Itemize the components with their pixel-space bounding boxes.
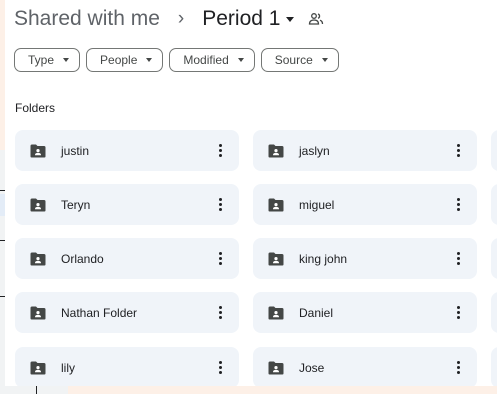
- filter-people[interactable]: People: [86, 48, 164, 72]
- filter-source[interactable]: Source: [260, 48, 339, 72]
- people-icon[interactable]: [308, 12, 324, 26]
- folder-name: justin: [61, 143, 90, 158]
- folder-card[interactable]: Jose: [253, 347, 477, 386]
- more-vert-icon[interactable]: [218, 198, 222, 211]
- more-vert-icon[interactable]: [218, 144, 222, 157]
- folder-card-offscreen[interactable]: [491, 130, 497, 171]
- folder-card[interactable]: lily: [15, 347, 239, 386]
- more-vert-icon[interactable]: [456, 252, 460, 265]
- drive-panel: Shared with me › Period 1 Type People Mo…: [5, 0, 497, 386]
- folder-card[interactable]: jaslyn: [253, 130, 477, 171]
- filter-label: People: [100, 53, 138, 67]
- folder-card[interactable]: Teryn: [15, 184, 239, 225]
- folder-card[interactable]: Orlando: [15, 238, 239, 279]
- shared-folder-icon: [30, 144, 46, 158]
- shared-folder-icon: [268, 361, 284, 375]
- filter-modified[interactable]: Modified: [169, 48, 255, 72]
- filter-type[interactable]: Type: [14, 48, 81, 72]
- filter-label: Modified: [183, 53, 229, 67]
- folder-card[interactable]: miguel: [253, 184, 477, 225]
- folder-card-offscreen[interactable]: [491, 238, 497, 279]
- shared-folder-icon: [268, 306, 284, 320]
- folder-card-offscreen[interactable]: [491, 184, 497, 225]
- caret-down-icon: [237, 58, 244, 62]
- shared-folder-icon: [30, 306, 46, 320]
- breadcrumb-root[interactable]: Shared with me: [14, 7, 160, 31]
- folder-name: lily: [61, 360, 75, 375]
- shared-folder-icon: [30, 361, 46, 375]
- folder-card[interactable]: king john: [253, 238, 477, 279]
- breadcrumb-separator: ›: [177, 8, 185, 29]
- more-vert-icon[interactable]: [218, 252, 222, 265]
- more-vert-icon[interactable]: [456, 144, 460, 157]
- more-vert-icon[interactable]: [456, 198, 460, 211]
- folder-name: Daniel: [299, 305, 334, 320]
- shared-folder-icon: [268, 144, 284, 158]
- more-vert-icon[interactable]: [456, 306, 460, 319]
- section-title: Folders: [15, 101, 56, 115]
- folder-name: Nathan Folder: [61, 305, 138, 320]
- shared-folder-icon: [30, 198, 46, 212]
- folder-name: jaslyn: [299, 143, 330, 158]
- folder-name: king john: [299, 251, 348, 266]
- more-vert-icon[interactable]: [218, 306, 222, 319]
- filter-bar: Type People Modified Source: [14, 48, 339, 72]
- filter-label: Type: [28, 53, 55, 67]
- shared-folder-icon: [30, 252, 46, 266]
- breadcrumb: Shared with me › Period 1: [14, 5, 324, 33]
- more-vert-icon[interactable]: [218, 361, 222, 374]
- caret-down-icon: [63, 58, 70, 62]
- shared-folder-icon: [268, 198, 284, 212]
- breadcrumb-current[interactable]: Period 1: [202, 7, 280, 31]
- caret-down-icon: [146, 58, 153, 62]
- shared-folder-icon: [268, 252, 284, 266]
- folder-card[interactable]: Nathan Folder: [15, 292, 239, 333]
- caret-down-icon: [321, 58, 328, 62]
- folder-card[interactable]: Daniel: [253, 292, 477, 333]
- folder-name: miguel: [299, 197, 335, 212]
- folder-card[interactable]: justin: [15, 130, 239, 171]
- folder-card-offscreen[interactable]: [491, 347, 497, 386]
- chevron-down-icon[interactable]: [286, 16, 295, 22]
- more-vert-icon[interactable]: [456, 361, 460, 374]
- folder-card-offscreen[interactable]: [491, 292, 497, 333]
- folder-name: Orlando: [61, 251, 104, 266]
- folder-name: Jose: [299, 360, 325, 375]
- folder-name: Teryn: [61, 197, 91, 212]
- filter-label: Source: [274, 53, 313, 67]
